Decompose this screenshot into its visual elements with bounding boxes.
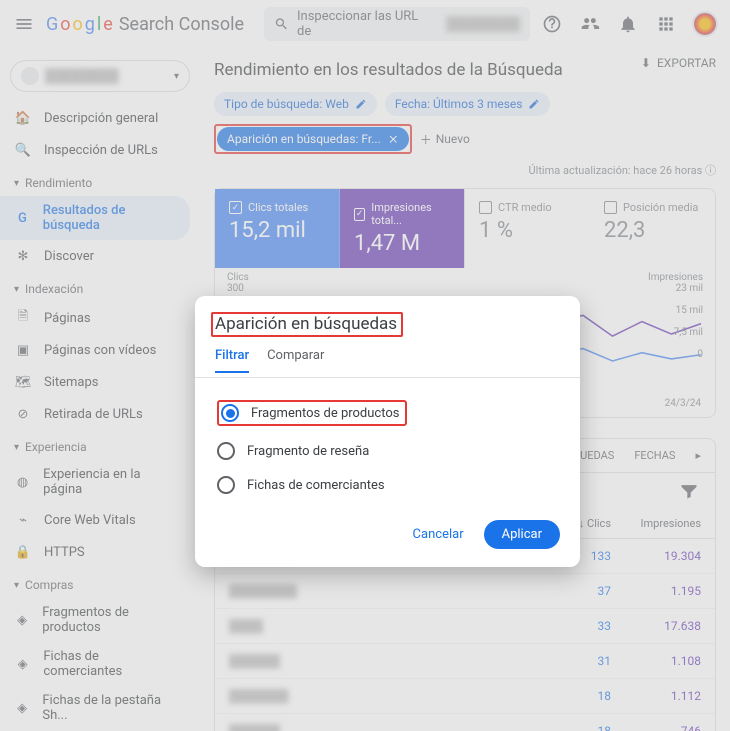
table-row[interactable]: ████3317.638 <box>215 609 715 644</box>
sidebar-product-snippets[interactable]: ◈Fragmentos de productos <box>0 598 190 642</box>
sidebar-https[interactable]: 🔒HTTPS <box>0 536 190 568</box>
account-avatar[interactable] <box>692 11 718 37</box>
sidebar-video-pages[interactable]: ▣Páginas con vídeos <box>0 334 190 366</box>
chip-date[interactable]: Fecha: Últimos 3 meses <box>385 92 551 116</box>
apps-icon[interactable] <box>654 12 678 36</box>
radio-icon <box>217 442 235 460</box>
chip-search-appearance[interactable]: Aparición en búsquedas: Fr... <box>217 127 409 151</box>
cancel-button[interactable]: Cancelar <box>403 520 474 549</box>
metric-position[interactable]: Posición media22,3 <box>590 189 715 268</box>
metric-ctr[interactable]: CTR medio1 % <box>465 189 590 268</box>
users-icon[interactable] <box>578 12 602 36</box>
sidebar-url-inspect[interactable]: 🔍Inspección de URLs <box>0 134 190 166</box>
dialog-title: Aparición en búsquedas <box>215 314 397 334</box>
group-experiencia[interactable]: ▾Experiencia <box>0 434 200 460</box>
sidebar-discover[interactable]: ✻Discover <box>0 240 190 272</box>
notifications-icon[interactable] <box>616 12 640 36</box>
sidebar-cwv[interactable]: ⌁Core Web Vitals <box>0 504 190 536</box>
sidebar-merchant[interactable]: ◈Fichas de comerciantes <box>0 642 190 686</box>
tab-filter[interactable]: Filtrar <box>215 348 249 373</box>
help-icon[interactable] <box>540 12 564 36</box>
radio-icon <box>221 404 239 422</box>
add-filter-button[interactable]: ＋ Nuevo <box>420 131 470 148</box>
filter-icon[interactable] <box>677 479 701 503</box>
apply-button[interactable]: Aplicar <box>484 520 560 549</box>
google-logo: Google Search Console <box>46 14 244 35</box>
group-compras[interactable]: ▾Compras <box>0 572 200 598</box>
group-indexacion[interactable]: ▾Indexación <box>0 276 200 302</box>
sidebar-shopping-tab[interactable]: ◈Fichas de la pestaña Sh... <box>0 686 190 730</box>
table-row[interactable]: ██████311.108 <box>215 644 715 679</box>
metric-impressions[interactable]: Impresiones total...1,47 M <box>340 189 465 268</box>
radio-icon <box>217 476 235 494</box>
tab-compare[interactable]: Comparar <box>267 348 324 373</box>
sidebar-sitemaps[interactable]: 🗺Sitemaps <box>0 366 190 398</box>
search-appearance-dialog: Aparición en búsquedas Filtrar Comparar … <box>195 296 580 567</box>
sidebar-pages[interactable]: 🗎Páginas <box>0 302 190 334</box>
export-button[interactable]: ⬇ EXPORTAR <box>641 56 716 70</box>
chip-search-type[interactable]: Tipo de búsqueda: Web <box>214 92 377 116</box>
sidebar-page-exp[interactable]: ◍Experiencia en la página <box>0 460 190 504</box>
option-review-snippet[interactable]: Fragmento de reseña <box>215 434 560 468</box>
table-row[interactable]: ████████371.195 <box>215 574 715 609</box>
url-search-input[interactable]: Inspeccionar las URL de ████████ <box>264 7 530 41</box>
table-row[interactable]: ███████181.112 <box>215 679 715 714</box>
sidebar-removals[interactable]: ⊘Retirada de URLs <box>0 398 190 430</box>
metric-clicks[interactable]: Clics totales15,2 mil <box>215 189 340 268</box>
option-product-snippets[interactable]: Fragmentos de productos <box>215 392 560 434</box>
sidebar: ████████▾ 🏠Descripción general 🔍Inspecci… <box>0 48 200 731</box>
main-menu-icon[interactable] <box>12 12 36 36</box>
sidebar-overview[interactable]: 🏠Descripción general <box>0 102 190 134</box>
group-rendimiento[interactable]: ▾Rendimiento <box>0 170 200 196</box>
option-merchant-listings[interactable]: Fichas de comerciantes <box>215 468 560 502</box>
table-row[interactable]: ██████18746 <box>215 714 715 731</box>
property-selector[interactable]: ████████▾ <box>10 60 190 92</box>
last-update: Última actualización: hace 26 horas ⓘ <box>214 162 716 178</box>
sidebar-search-results[interactable]: GResultados de búsqueda <box>0 196 190 240</box>
